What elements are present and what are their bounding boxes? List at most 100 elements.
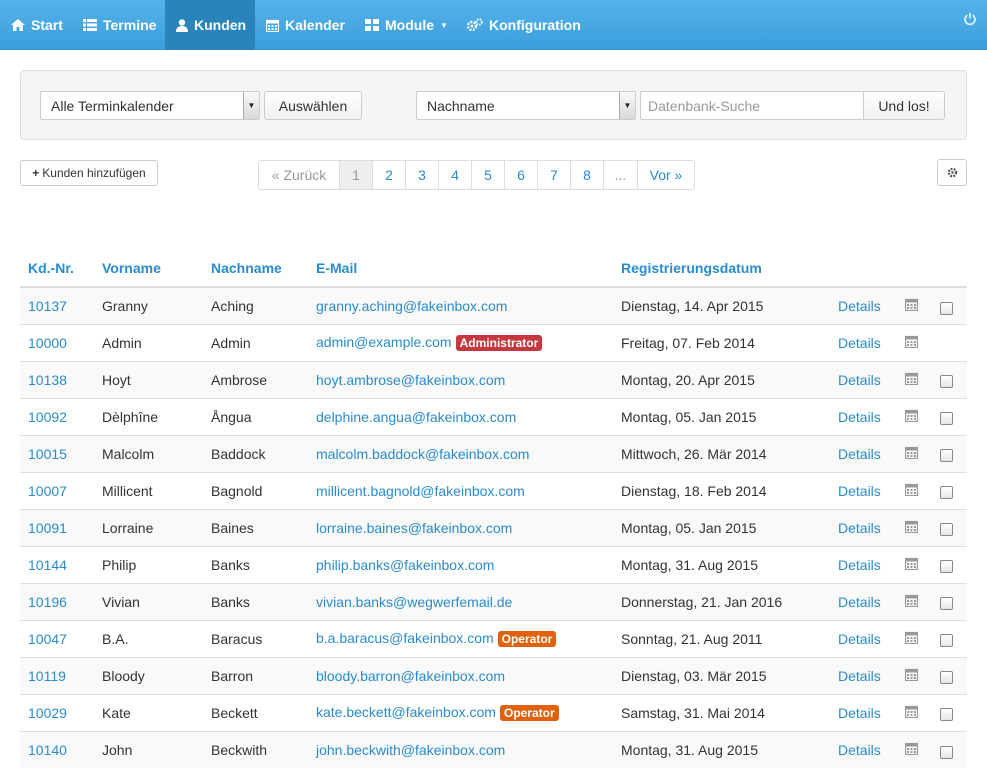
- email-link[interactable]: admin@example.com: [316, 334, 452, 350]
- calendar-icon[interactable]: [904, 446, 919, 462]
- details-link[interactable]: Details: [838, 557, 881, 573]
- pagination-prev[interactable]: « Zurück: [259, 161, 339, 189]
- field-select[interactable]: Nachname ▼: [416, 91, 636, 120]
- column-header-lastname[interactable]: Nachname: [203, 249, 308, 288]
- calendar-icon[interactable]: [904, 335, 919, 351]
- customer-id-link[interactable]: 10015: [28, 446, 67, 462]
- row-checkbox[interactable]: [940, 412, 953, 426]
- customer-id-link[interactable]: 10007: [28, 483, 67, 499]
- email-link[interactable]: john.beckwith@fakeinbox.com: [316, 742, 505, 758]
- customer-id-link[interactable]: 10144: [28, 557, 67, 573]
- email-link[interactable]: delphine.angua@fakeinbox.com: [316, 409, 516, 425]
- email-cell: delphine.angua@fakeinbox.com: [308, 397, 613, 435]
- details-link[interactable]: Details: [838, 409, 881, 425]
- pagination-page[interactable]: 4: [438, 161, 471, 189]
- details-link[interactable]: Details: [838, 483, 881, 499]
- table-row: 10137 Granny Aching granny.aching@fakein…: [20, 286, 967, 324]
- nav-kunden[interactable]: Kunden: [165, 0, 255, 50]
- row-checkbox[interactable]: [940, 671, 953, 685]
- email-link[interactable]: philip.banks@fakeinbox.com: [316, 557, 494, 573]
- email-link[interactable]: granny.aching@fakeinbox.com: [316, 298, 507, 314]
- calendar-icon[interactable]: [904, 668, 919, 684]
- column-header-firstname[interactable]: Vorname: [94, 249, 203, 288]
- details-link[interactable]: Details: [838, 705, 881, 721]
- customer-id-link[interactable]: 10092: [28, 409, 67, 425]
- calendar-icon[interactable]: [904, 594, 919, 610]
- calendar-icon[interactable]: [904, 631, 919, 647]
- pagination-page[interactable]: 1: [339, 161, 372, 189]
- nav-module-dropdown[interactable]: Module ▼: [354, 0, 456, 50]
- details-link[interactable]: Details: [838, 668, 881, 684]
- row-checkbox[interactable]: [940, 301, 953, 315]
- add-customer-button[interactable]: + Kunden hinzufügen: [20, 160, 158, 186]
- email-link[interactable]: millicent.bagnold@fakeinbox.com: [316, 483, 525, 499]
- power-icon[interactable]: [963, 12, 977, 29]
- nav-start[interactable]: Start: [0, 0, 72, 50]
- calendar-icon[interactable]: [904, 520, 919, 536]
- email-cell: admin@example.com Administrator: [308, 323, 613, 361]
- details-link[interactable]: Details: [838, 742, 881, 758]
- email-link[interactable]: kate.beckett@fakeinbox.com: [316, 704, 496, 720]
- pagination-page[interactable]: 3: [405, 161, 438, 189]
- customer-id-link[interactable]: 10140: [28, 742, 67, 758]
- email-link[interactable]: malcolm.baddock@fakeinbox.com: [316, 446, 529, 462]
- row-checkbox[interactable]: [940, 375, 953, 389]
- pagination-page[interactable]: 5: [471, 161, 504, 189]
- row-checkbox[interactable]: [940, 523, 953, 537]
- customer-id-link[interactable]: 10119: [28, 668, 66, 684]
- column-header-id[interactable]: Kd.-Nr.: [20, 249, 94, 288]
- details-link[interactable]: Details: [838, 298, 881, 314]
- email-link[interactable]: lorraine.baines@fakeinbox.com: [316, 520, 512, 536]
- row-checkbox[interactable]: [940, 708, 953, 722]
- details-link[interactable]: Details: [838, 594, 881, 610]
- row-checkbox[interactable]: [940, 597, 953, 611]
- customer-id-link[interactable]: 10029: [28, 705, 67, 721]
- calendar-icon[interactable]: [904, 372, 919, 388]
- lastname-cell: Beckett: [203, 693, 308, 731]
- nav-konfiguration[interactable]: Konfiguration: [456, 0, 581, 50]
- calendar-select[interactable]: Alle Terminkalender ▼: [40, 91, 260, 120]
- pagination-page[interactable]: 6: [504, 161, 537, 189]
- pagination-next[interactable]: Vor »: [637, 161, 694, 189]
- row-checkbox[interactable]: [940, 745, 953, 759]
- nav-kalender[interactable]: Kalender: [255, 0, 354, 50]
- details-link[interactable]: Details: [838, 446, 881, 462]
- email-link[interactable]: hoyt.ambrose@fakeinbox.com: [316, 372, 505, 388]
- email-link[interactable]: b.a.baracus@fakeinbox.com: [316, 630, 494, 646]
- row-checkbox[interactable]: [940, 560, 953, 574]
- customer-id-link[interactable]: 10196: [28, 594, 67, 610]
- details-link[interactable]: Details: [838, 631, 881, 647]
- row-checkbox[interactable]: [940, 634, 953, 648]
- firstname-cell: Hoyt: [94, 360, 203, 398]
- details-link[interactable]: Details: [838, 335, 881, 351]
- row-checkbox[interactable]: [940, 486, 953, 500]
- calendar-icon[interactable]: [904, 557, 919, 573]
- customer-id-link[interactable]: 10000: [28, 335, 67, 351]
- details-link[interactable]: Details: [838, 520, 881, 536]
- calendar-icon[interactable]: [904, 298, 919, 314]
- search-submit-button[interactable]: Und los!: [863, 91, 945, 120]
- customer-id-link[interactable]: 10091: [28, 520, 67, 536]
- nav-termine[interactable]: Termine: [72, 0, 165, 50]
- registration-date-cell: Samstag, 31. Mai 2014: [613, 693, 830, 731]
- pagination-page[interactable]: 2: [372, 161, 405, 189]
- details-link[interactable]: Details: [838, 372, 881, 388]
- customer-id-link[interactable]: 10047: [28, 631, 67, 647]
- calendar-icon[interactable]: [904, 705, 919, 721]
- calendar-icon[interactable]: [904, 483, 919, 499]
- search-input[interactable]: Datenbank-Suche: [640, 91, 864, 120]
- email-link[interactable]: vivian.banks@wegwerfemail.de: [316, 594, 512, 610]
- column-header-email[interactable]: E-Mail: [308, 249, 613, 288]
- pagination-page[interactable]: 8: [570, 161, 603, 189]
- customer-id-link[interactable]: 10138: [28, 372, 67, 388]
- calendar-icon[interactable]: [904, 742, 919, 758]
- column-header-registered[interactable]: Registrierungsdatum: [613, 249, 830, 288]
- select-button[interactable]: Auswählen: [264, 91, 362, 120]
- email-link[interactable]: bloody.barron@fakeinbox.com: [316, 668, 505, 684]
- calendar-icon[interactable]: [904, 409, 919, 425]
- table-settings-button[interactable]: [937, 159, 967, 186]
- row-checkbox[interactable]: [940, 449, 953, 463]
- customer-id-link[interactable]: 10137: [28, 298, 67, 314]
- pagination-page[interactable]: 7: [537, 161, 570, 189]
- table-row: 10007 Millicent Bagnold millicent.bagnol…: [20, 471, 967, 509]
